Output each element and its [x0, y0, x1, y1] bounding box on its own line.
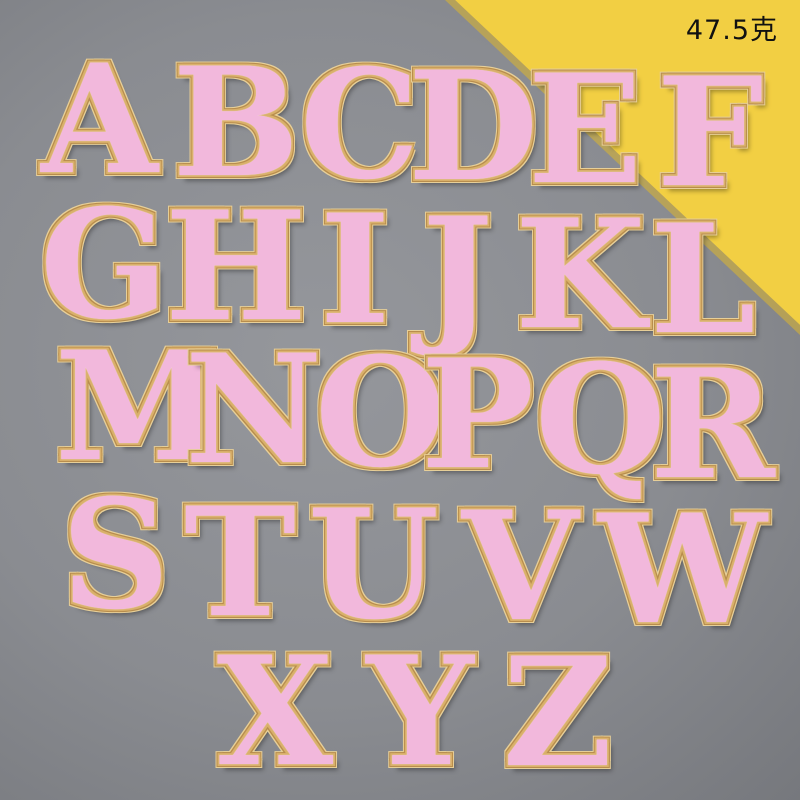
patch-z: Z: [502, 625, 613, 800]
patch-l: L: [650, 192, 756, 368]
patch-x: X: [216, 624, 334, 800]
photo-scene: 47.5克 A B C D E F G H I J K L M N O P Q …: [0, 0, 800, 800]
patch-u: U: [308, 477, 439, 653]
patch-t: T: [184, 475, 296, 651]
patch-s: S: [61, 467, 170, 643]
patch-n: N: [185, 322, 323, 498]
patch-h: H: [165, 179, 307, 355]
weight-label: 47.5克: [685, 15, 778, 46]
patch-d: D: [408, 39, 539, 215]
patch-f: F: [656, 45, 764, 221]
patch-k: K: [515, 187, 646, 363]
patch-p: P: [421, 327, 534, 503]
patch-e: E: [527, 42, 643, 218]
patch-y: Y: [366, 624, 474, 800]
patch-j: J: [422, 185, 493, 361]
patch-m: M: [55, 319, 222, 495]
patch-g: G: [40, 177, 169, 353]
patch-v: V: [461, 479, 579, 655]
patch-w: W: [598, 482, 767, 658]
patch-r: R: [650, 337, 775, 513]
patch-o: O: [315, 325, 446, 501]
patch-i: I: [319, 182, 391, 358]
patch-q: Q: [535, 332, 666, 508]
patch-a: A: [41, 32, 158, 208]
patch-c: C: [300, 37, 420, 213]
patch-b: B: [172, 35, 300, 211]
